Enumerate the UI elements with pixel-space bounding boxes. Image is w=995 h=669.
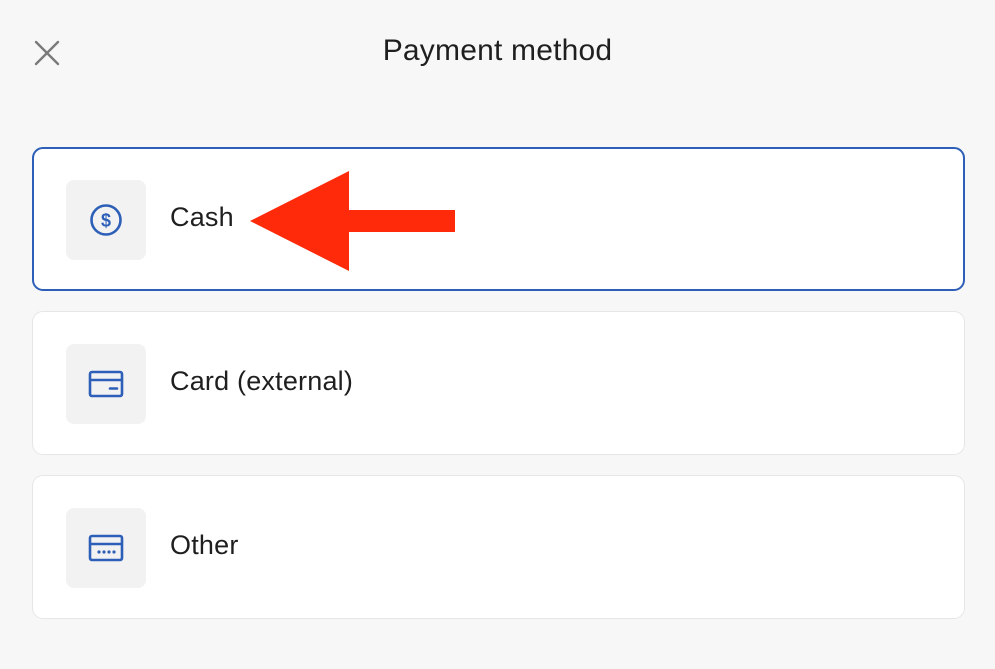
payment-option-cash[interactable]: $ Cash (32, 147, 965, 291)
card-dots-icon (88, 534, 124, 562)
svg-text:$: $ (101, 211, 111, 231)
payment-option-card-external[interactable]: Card (external) (32, 311, 965, 455)
payment-option-other[interactable]: Other (32, 475, 965, 619)
option-label: Other (170, 530, 239, 560)
dollar-circle-icon: $ (90, 204, 122, 236)
icon-tile: $ (66, 180, 146, 260)
option-label: Cash (170, 202, 234, 232)
page-title: Payment method (382, 34, 613, 67)
card-icon (88, 370, 124, 398)
dialog-header: Payment method (0, 0, 995, 106)
option-label: Card (external) (170, 366, 354, 396)
icon-tile (66, 344, 146, 424)
annotation-arrow (250, 171, 455, 271)
icon-tile (66, 508, 146, 588)
